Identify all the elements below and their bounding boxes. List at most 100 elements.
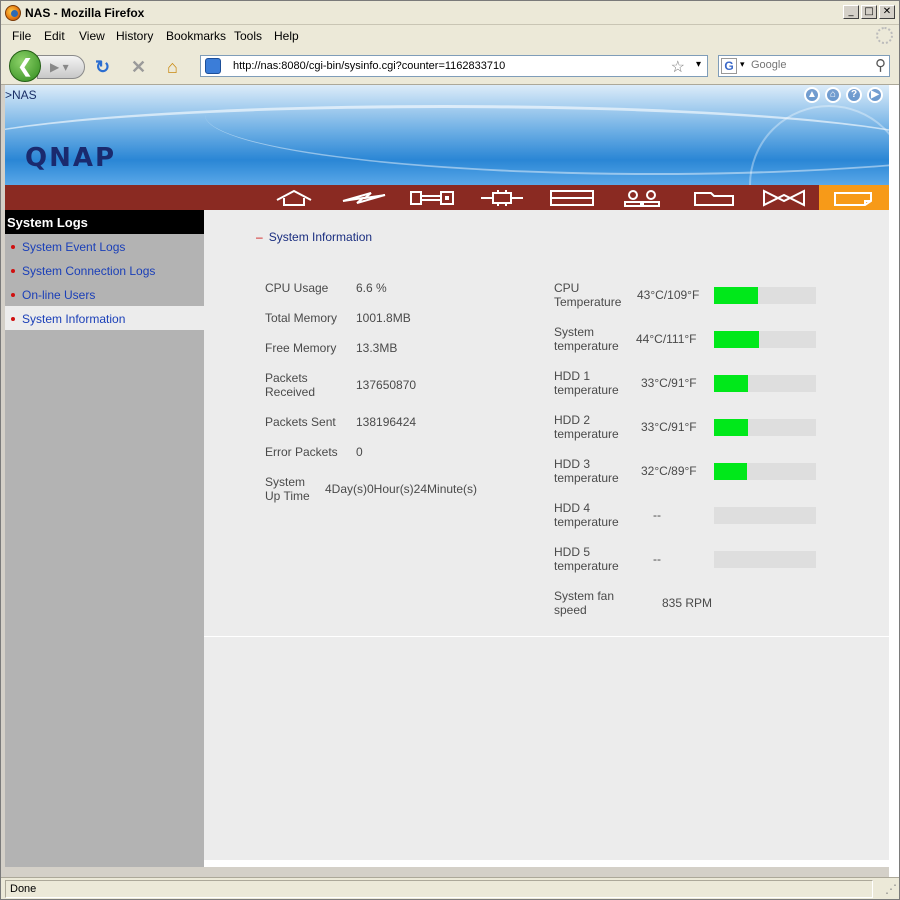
nav-quick-config-icon[interactable]	[334, 185, 394, 210]
free-memory-label: Free Memory	[265, 341, 337, 355]
system-temp-value: 44°C/111°F	[636, 332, 697, 346]
minimize-button[interactable]: _	[843, 5, 859, 19]
sidebar-item-system-information[interactable]: System Information	[5, 306, 204, 330]
page-viewport: >NAS QNAP ▲ ⌂ ? ▶ System Logs System Eve…	[5, 85, 889, 867]
hdd5-temp-label: HDD 5 temperature	[554, 545, 619, 573]
menu-view[interactable]: View	[79, 29, 105, 43]
nav-home-icon[interactable]	[264, 185, 324, 210]
title-bar: NAS - Mozilla Firefox _ □ ✕	[1, 1, 899, 25]
total-memory-value: 1001.8MB	[356, 311, 411, 325]
url-text[interactable]: http://nas:8080/cgi-bin/sysinfo.cgi?coun…	[233, 60, 505, 72]
back-button[interactable]: ❮	[9, 50, 41, 82]
hdd2-temp-bar	[714, 419, 816, 436]
address-bar[interactable]: http://nas:8080/cgi-bin/sysinfo.cgi?coun…	[200, 55, 708, 77]
firefox-icon	[5, 5, 21, 21]
menu-tools[interactable]: Tools	[234, 29, 262, 43]
total-memory-label: Total Memory	[265, 311, 338, 325]
cpu-usage-value: 6.6 %	[356, 281, 387, 295]
google-engine-icon[interactable]: G	[721, 58, 737, 74]
hdd4-temp-value: --	[653, 508, 661, 522]
fan-speed-label: System fan speed	[554, 589, 615, 617]
hdd4-temp-bar	[714, 507, 816, 524]
nav-services-icon[interactable]	[754, 185, 814, 210]
next-icon[interactable]: ▶	[867, 87, 883, 103]
error-packets-label: Error Packets	[265, 445, 338, 459]
window-controls: _ □ ✕	[843, 5, 895, 19]
qnap-banner: >NAS QNAP ▲ ⌂ ? ▶	[5, 85, 889, 185]
cpu-usage-label: CPU Usage	[265, 281, 329, 295]
qnap-logo: QNAP	[25, 143, 117, 173]
hdd2-temp-bar-fill	[714, 419, 748, 436]
maximize-button[interactable]: □	[861, 5, 877, 19]
uptime-value: 4Day(s)0Hour(s)24Minute(s)	[325, 482, 478, 496]
close-button[interactable]: ✕	[879, 5, 895, 19]
hdd3-temp-label: HDD 3 temperature	[554, 457, 619, 485]
main-content: – System Information CPU Usage 6.6 % Tota…	[204, 210, 889, 867]
free-memory-value: 13.3MB	[356, 341, 398, 355]
menu-help[interactable]: Help	[274, 29, 299, 43]
forward-button[interactable]: ▶ ▾	[37, 55, 85, 79]
nav-users-icon[interactable]	[612, 185, 672, 210]
menu-file[interactable]: File	[12, 29, 31, 43]
hdd4-temp-label: HDD 4 temperature	[554, 501, 619, 529]
cpu-temp-value: 43°C/109°F	[637, 288, 700, 302]
section-title[interactable]: – System Information	[256, 230, 372, 244]
home-icon[interactable]: ⌂	[167, 58, 178, 76]
stop-icon[interactable]: ✕	[131, 58, 146, 76]
cpu-temp-label: CPU Temperature	[554, 281, 622, 309]
main-nav	[5, 185, 889, 210]
nav-system-status-icon[interactable]	[819, 185, 889, 210]
collapse-icon[interactable]: –	[256, 230, 263, 244]
hdd1-temp-value: 33°C/91°F	[641, 376, 697, 390]
up-icon[interactable]: ▲	[804, 87, 820, 103]
site-favicon-icon	[205, 58, 221, 74]
url-dropdown-icon[interactable]: ▾	[696, 59, 701, 70]
nav-share-folder-icon[interactable]	[684, 185, 744, 210]
hdd3-temp-bar	[714, 463, 816, 480]
menu-history[interactable]: History	[116, 29, 153, 43]
menu-bookmarks[interactable]: Bookmarks	[166, 29, 226, 43]
search-input[interactable]	[751, 59, 869, 71]
hdd5-temp-value: --	[653, 552, 661, 566]
packets-sent-label: Packets Sent	[265, 415, 336, 429]
nav-network-icon[interactable]	[472, 185, 532, 210]
status-text: Done	[5, 880, 873, 898]
browser-window: NAS - Mozilla Firefox _ □ ✕ File Edit Vi…	[0, 0, 900, 900]
bookmark-star-icon[interactable]: ☆	[671, 57, 685, 77]
uptime-label: System Up Time	[265, 475, 310, 503]
sidebar-item-system-event-logs[interactable]: System Event Logs	[5, 234, 204, 258]
sidebar: System Logs System Event Logs System Con…	[5, 210, 204, 867]
status-bar: Done ⋰	[1, 877, 899, 899]
system-temp-bar	[714, 331, 816, 348]
hdd3-temp-bar-fill	[714, 463, 747, 480]
cpu-temp-bar-fill	[714, 287, 758, 304]
packets-received-label: Packets Received	[265, 371, 316, 399]
hdd2-temp-value: 33°C/91°F	[641, 420, 697, 434]
reload-icon[interactable]: ↻	[95, 58, 110, 76]
top-icons: ▲ ⌂ ? ▶	[804, 87, 883, 103]
window-title: NAS - Mozilla Firefox	[25, 6, 145, 20]
hdd1-temp-label: HDD 1 temperature	[554, 369, 619, 397]
engine-dropdown-icon[interactable]: ▾	[740, 59, 745, 70]
menu-edit[interactable]: Edit	[44, 29, 65, 43]
help-icon[interactable]: ?	[846, 87, 862, 103]
hdd2-temp-label: HDD 2 temperature	[554, 413, 619, 441]
resize-grip-icon[interactable]: ⋰	[885, 882, 897, 896]
search-icon[interactable]: ⚲	[875, 56, 886, 74]
nav-system-tools-icon[interactable]	[402, 185, 462, 210]
section-title-text[interactable]: System Information	[269, 230, 372, 244]
sidebar-heading: System Logs	[5, 210, 204, 234]
sidebar-item-system-connection-logs[interactable]: System Connection Logs	[5, 258, 204, 282]
packets-sent-value: 138196424	[356, 415, 417, 429]
cpu-temp-bar	[714, 287, 816, 304]
system-temp-bar-fill	[714, 331, 759, 348]
sidebar-item-online-users[interactable]: On-line Users	[5, 282, 204, 306]
search-box[interactable]: G ▾ ⚲	[718, 55, 890, 77]
content-divider	[204, 636, 889, 637]
nav-disk-icon[interactable]	[542, 185, 602, 210]
system-temp-label: System temperature	[554, 325, 619, 353]
home-icon[interactable]: ⌂	[825, 87, 841, 103]
packets-received-value: 137650870	[356, 378, 417, 392]
breadcrumb: >NAS	[5, 88, 37, 102]
menu-bar: File Edit View History Bookmarks Tools H…	[1, 25, 899, 46]
